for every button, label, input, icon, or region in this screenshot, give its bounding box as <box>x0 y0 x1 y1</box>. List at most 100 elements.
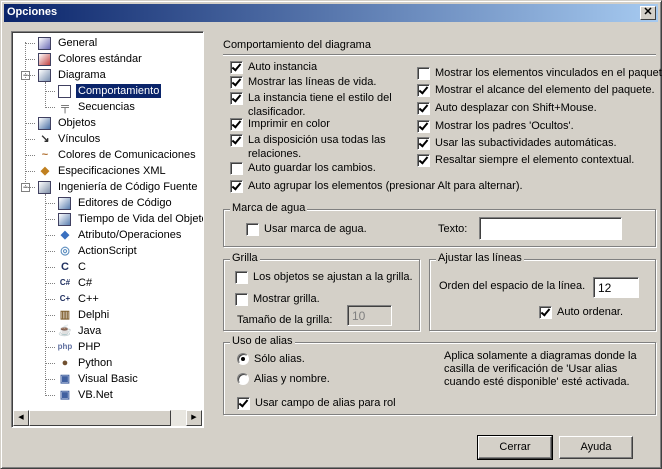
behavior-option-checkbox[interactable]: Mostrar las líneas de vida. <box>230 75 376 89</box>
help-button[interactable]: Ayuda <box>559 436 633 459</box>
tree-item[interactable]: ◆ Atributo/Operaciones <box>57 227 183 243</box>
alias-legend: Uso de alias <box>230 335 295 347</box>
use-alias-field-checkbox[interactable]: Usar campo de alias para rol <box>237 396 396 410</box>
java-icon: ☕ <box>58 325 72 337</box>
radio-circle[interactable] <box>237 373 249 385</box>
radio-circle[interactable] <box>237 353 249 365</box>
checkbox-box[interactable] <box>417 84 430 97</box>
scroll-left-icon[interactable]: ◀ <box>13 410 29 426</box>
tree-item[interactable]: ◎ ActionScript <box>57 243 139 259</box>
tree-item[interactable]: C# C# <box>57 275 94 291</box>
behavior-option-label: Mostrar las líneas de vida. <box>248 75 376 89</box>
show-grid-checkbox[interactable]: Mostrar grilla. <box>235 292 320 306</box>
only-alias-radio[interactable]: Sólo alias. <box>237 352 305 366</box>
tree-item[interactable]: CC <box>57 259 88 275</box>
horizontal-scrollbar[interactable]: ◀ ▶ <box>13 410 202 426</box>
checkbox-box[interactable] <box>237 397 250 410</box>
tree-item[interactable]: ▣ Visual Basic <box>57 371 140 387</box>
tree-item[interactable]: ☕ Java <box>57 323 103 339</box>
checkbox-box[interactable] <box>417 137 430 150</box>
use-watermark-checkbox[interactable]: Usar marca de agua. <box>246 222 367 236</box>
tree-item[interactable]: C+ C++ <box>57 291 101 307</box>
scroll-right-icon[interactable]: ▶ <box>186 410 202 426</box>
tree-item[interactable]: Diagrama <box>37 67 108 83</box>
behavior-option-checkbox[interactable]: Auto desplazar con Shift+Mouse. <box>417 101 597 115</box>
checkbox-box[interactable] <box>417 102 430 115</box>
behavior-option-checkbox[interactable]: Mostrar el alcance del elemento del paqu… <box>417 83 655 97</box>
behavior-option-checkbox[interactable]: Auto instancia <box>230 60 317 74</box>
alias-and-name-radio[interactable]: Alias y nombre. <box>237 372 330 386</box>
auto-order-label: Auto ordenar. <box>557 306 624 318</box>
tree-item[interactable]: General <box>37 35 99 51</box>
tree-item[interactable]: Ingeniería de Código Fuente <box>37 179 199 195</box>
checkbox-box[interactable] <box>417 154 430 167</box>
behavior-option-checkbox[interactable]: Auto guardar los cambios. <box>230 161 376 175</box>
checkbox-box[interactable] <box>230 180 243 193</box>
watermark-text-input[interactable] <box>479 217 622 240</box>
tree-item[interactable]: ▣ VB.Net <box>57 387 115 403</box>
behavior-option-label: Mostrar el alcance del elemento del paqu… <box>435 83 655 97</box>
tree-item[interactable]: Colores estándar <box>37 51 144 67</box>
checkbox-box[interactable] <box>417 67 430 80</box>
tree-item-label: Comportamiento <box>74 83 163 99</box>
tree-item[interactable]: ▥ Delphi <box>57 307 111 323</box>
behavior-option-checkbox[interactable]: Resaltar siempre el elemento contextual. <box>417 153 634 167</box>
checkbox-box[interactable] <box>246 223 259 236</box>
option-label-line: Mostrar los padres 'Ocultos'. <box>435 120 574 132</box>
grid-size-input: 10 <box>347 305 392 326</box>
behavior-option-checkbox[interactable]: La disposición usa todas las relaciones. <box>230 133 386 161</box>
checkbox-box[interactable] <box>230 118 243 131</box>
option-label-line: Mostrar el alcance del elemento del paqu… <box>435 84 655 96</box>
cpp-icon: C+ <box>59 294 71 303</box>
tree-item[interactable]: ● Python <box>57 355 114 371</box>
scroll-thumb[interactable] <box>29 410 171 426</box>
tree-item[interactable]: Objetos <box>37 115 98 131</box>
tree-item[interactable]: Editores de Código <box>57 195 174 211</box>
visual-basic-icon: ▣ <box>59 373 71 385</box>
behavior-option-checkbox[interactable]: Imprimir en color <box>230 117 330 131</box>
tree-item-label: Editores de Código <box>78 197 172 209</box>
source-engineering-icon <box>38 180 51 194</box>
checkbox-box[interactable] <box>230 76 243 89</box>
tree-item[interactable]: Tiempo de Vida del Objeto <box>57 211 203 227</box>
tree-item[interactable]: Comportamiento <box>57 83 163 99</box>
tree-item-label: C <box>78 261 86 273</box>
colors-icon <box>38 52 51 66</box>
tree-item-label: Diagrama <box>58 69 106 81</box>
checkbox-box[interactable] <box>417 120 430 133</box>
behavior-option-label: La instancia tiene el estilo del clasific… <box>248 91 392 119</box>
tree-item[interactable]: ◆ Especificaciones XML <box>37 163 168 179</box>
option-label-line: Auto guardar los cambios. <box>248 162 376 174</box>
checkbox-box[interactable] <box>235 293 248 306</box>
line-order-input[interactable]: 12 <box>593 277 639 298</box>
behavior-option-checkbox[interactable]: Mostrar los elementos vinculados en el p… <box>417 66 662 80</box>
checkbox-box[interactable] <box>230 162 243 175</box>
delphi-icon: ▥ <box>59 309 71 321</box>
checkbox-box[interactable] <box>230 61 243 74</box>
xml-icon: ◆ <box>40 165 50 177</box>
tree-item-label: Visual Basic <box>78 373 138 385</box>
snap-to-grid-checkbox[interactable]: Los objetos se ajustan a la grilla. <box>235 270 413 284</box>
tree-item-label: PHP <box>78 341 101 353</box>
behavior-icon <box>58 84 71 98</box>
tree-item[interactable]: ↘ Vínculos <box>37 131 102 147</box>
checkbox-box[interactable] <box>539 306 552 319</box>
behavior-option-checkbox[interactable]: Mostrar los padres 'Ocultos'. <box>417 119 574 133</box>
behavior-option-checkbox[interactable]: La instancia tiene el estilo del clasific… <box>230 91 392 119</box>
checkbox-box[interactable] <box>230 134 243 147</box>
close-button[interactable]: Cerrar <box>477 435 553 460</box>
option-label-line: Auto agrupar los elementos (presionar Al… <box>248 180 523 192</box>
checkbox-box[interactable] <box>235 271 248 284</box>
use-alias-field-label: Usar campo de alias para rol <box>255 397 396 409</box>
actionscript-icon: ◎ <box>60 245 70 257</box>
auto-order-checkbox[interactable]: Auto ordenar. <box>539 305 623 319</box>
options-tree[interactable]: − − General Colores estándar Diagrama Compor… <box>11 31 204 428</box>
tree-item[interactable]: php PHP <box>57 339 103 355</box>
tree-item[interactable]: ~ Colores de Comunicaciones <box>37 147 198 163</box>
checkbox-box[interactable] <box>230 92 243 105</box>
tree-item[interactable]: ╤ Secuencias <box>57 99 137 115</box>
behavior-option-checkbox[interactable]: Auto agrupar los elementos (presionar Al… <box>230 179 523 193</box>
title-bar[interactable]: Opciones ✕ <box>4 4 658 22</box>
close-icon[interactable]: ✕ <box>640 6 656 20</box>
behavior-option-checkbox[interactable]: Usar las subactividades automáticas. <box>417 136 617 150</box>
